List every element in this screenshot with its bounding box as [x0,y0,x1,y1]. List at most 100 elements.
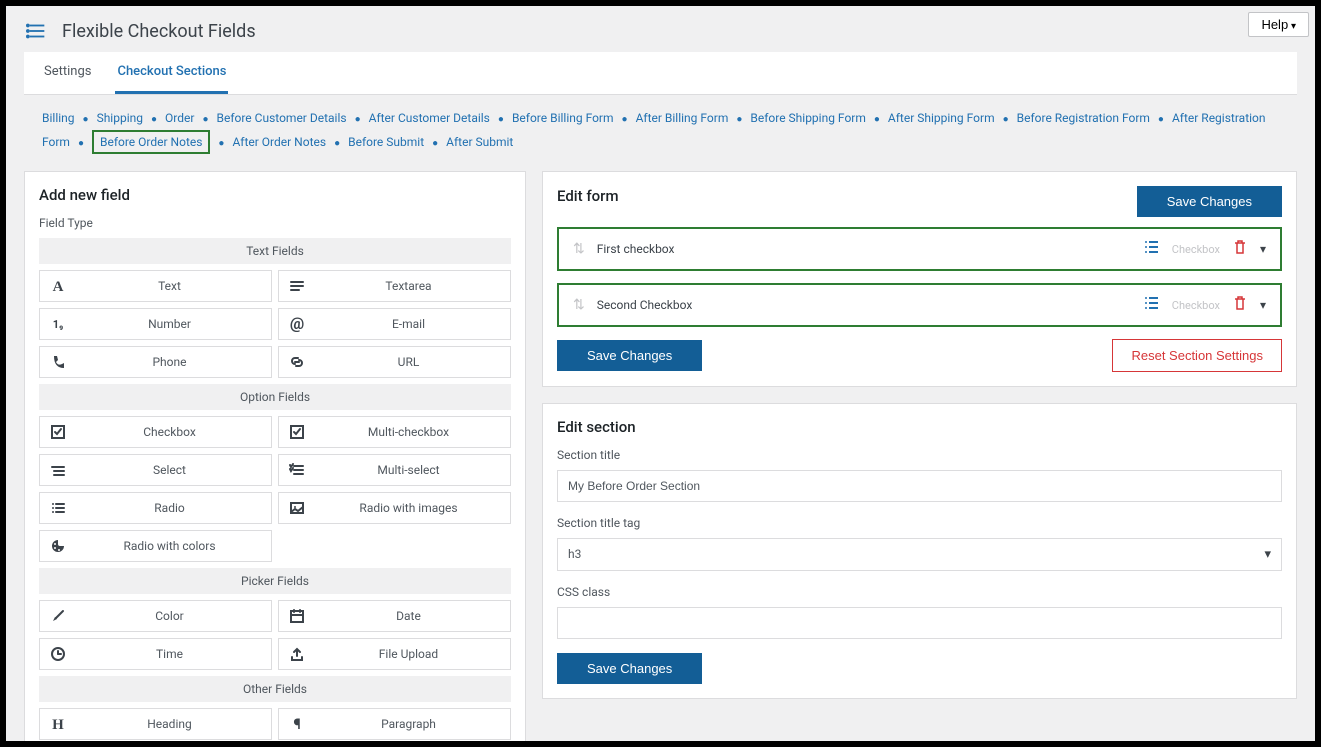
field-type-label: E-mail [392,317,425,331]
section-link-after-submit[interactable]: After Submit [446,135,513,149]
section-tag-select[interactable]: h3 [557,538,1254,571]
section-link-after-billing-form[interactable]: After Billing Form [636,111,729,125]
field-type-radiocolor[interactable]: Radio with colors [39,530,272,562]
form-field-row[interactable]: ⇅ Second Checkbox Checkbox ▾ [557,283,1282,327]
svg-text:¶: ¶ [293,716,300,732]
url-icon [289,354,305,370]
category-header: Option Fields [39,384,511,410]
field-type-email[interactable]: @ E-mail [278,308,511,340]
expand-field-icon[interactable]: ▾ [1260,242,1266,256]
section-title-input[interactable] [557,470,1282,502]
section-link-before-billing-form[interactable]: Before Billing Form [512,111,614,125]
field-type-multiselect[interactable]: Multi-select [278,454,511,486]
field-type-textarea[interactable]: Textarea [278,270,511,302]
field-type-label: Select [153,463,186,477]
tab-checkout-sections[interactable]: Checkout Sections [115,52,228,94]
field-type-radioimg[interactable]: Radio with images [278,492,511,524]
section-link-before-shipping-form[interactable]: Before Shipping Form [750,111,865,125]
section-link-billing[interactable]: Billing [42,111,75,125]
field-type-label: Textarea [385,279,431,293]
edit-form-title: Edit form [557,187,619,205]
field-type-label: Multi-checkbox [368,425,449,439]
paragraph-icon: ¶ [289,716,305,732]
nav-separator: ● [874,114,880,125]
section-link-after-customer-details[interactable]: After Customer Details [369,111,490,125]
radio-icon [50,500,66,516]
svg-text:@: @ [290,316,304,332]
save-section-button[interactable]: Save Changes [557,653,702,684]
section-link-after-order-notes[interactable]: After Order Notes [232,135,326,149]
tab-settings[interactable]: Settings [42,52,93,94]
field-type-label: Paragraph [381,717,436,731]
edit-section-panel: Edit section Section title Section title… [542,403,1297,699]
nav-separator: ● [1003,114,1009,125]
nav-separator: ● [622,114,628,125]
field-type-label: File Upload [379,647,438,661]
field-type-label: Phone [152,355,186,369]
section-link-before-order-notes[interactable]: Before Order Notes [92,130,210,154]
field-type-time[interactable]: Time [39,638,272,670]
time-icon [50,646,66,662]
edit-form-panel: Edit form Save Changes ⇅First checkboxCh… [542,171,1297,387]
svg-text:A: A [53,279,64,294]
field-type-label: Checkbox [143,425,196,439]
section-link-before-submit[interactable]: Before Submit [348,135,424,149]
svg-text:1₉: 1₉ [53,318,63,331]
field-type-label: Number [148,317,191,331]
field-type-checkbox[interactable]: Checkbox [39,416,272,448]
delete-field-icon[interactable] [1232,295,1248,315]
section-nav: Billing ● Shipping ● Order ● Before Customer D… [6,95,1315,163]
section-link-order[interactable]: Order [165,111,194,125]
nav-separator: ● [736,114,742,125]
save-changes-button[interactable]: Save Changes [557,340,702,371]
tabs-nav: Settings Checkout Sections [24,52,1297,95]
expand-field-icon[interactable]: ▾ [1260,298,1266,312]
nav-separator: ● [355,114,361,125]
field-type-label: URL [398,355,420,369]
field-name-label: Second Checkbox [597,298,1132,312]
field-type-text: Checkbox [1172,299,1220,312]
nav-separator: ● [1158,114,1164,125]
section-tag-chevron-icon[interactable]: ▾ [1254,538,1282,571]
field-type-number[interactable]: 1₉ Number [39,308,272,340]
nav-separator: ● [218,138,224,149]
field-type-paragraph[interactable]: ¶ Paragraph [278,708,511,740]
field-type-color[interactable]: Color [39,600,272,632]
form-field-row[interactable]: ⇅First checkboxCheckbox▾ [557,227,1282,271]
field-type-label: Heading [147,717,192,731]
field-type-file[interactable]: File Upload [278,638,511,670]
field-type-heading[interactable]: H Heading [39,708,272,740]
multicheckbox-icon [289,424,305,440]
reset-section-button[interactable]: Reset Section Settings [1112,339,1282,372]
nav-separator: ● [78,138,84,149]
field-type-label: Multi-select [377,463,439,477]
drag-handle-icon[interactable]: ⇅ [573,241,585,257]
page-title: Flexible Checkout Fields [62,21,256,42]
field-type-url[interactable]: URL [278,346,511,378]
field-type-label: Date [396,609,421,623]
category-header: Picker Fields [39,568,511,594]
app-logo-icon [26,20,48,42]
svg-text:H: H [52,717,64,732]
radiocolor-icon [50,538,66,554]
checkbox-icon [50,424,66,440]
delete-field-icon[interactable] [1232,239,1248,259]
section-link-after-shipping-form[interactable]: After Shipping Form [888,111,995,125]
field-type-multicheckbox[interactable]: Multi-checkbox [278,416,511,448]
help-button[interactable]: Help [1248,12,1309,37]
nav-separator: ● [334,138,340,149]
drag-handle-icon[interactable]: ⇅ [573,297,585,313]
section-link-before-registration-form[interactable]: Before Registration Form [1017,111,1150,125]
section-link-before-customer-details[interactable]: Before Customer Details [217,111,347,125]
field-type-select[interactable]: Select [39,454,272,486]
section-link-shipping[interactable]: Shipping [97,111,143,125]
field-type-radio[interactable]: Radio [39,492,272,524]
category-header: Other Fields [39,676,511,702]
field-type-text[interactable]: AText [39,270,272,302]
css-class-input[interactable] [557,607,1282,639]
save-changes-top-button[interactable]: Save Changes [1137,186,1282,217]
nav-separator: ● [83,114,89,125]
field-type-date[interactable]: Date [278,600,511,632]
add-field-panel: Add new field Field Type Text FieldsATex… [24,171,526,741]
field-type-phone[interactable]: Phone [39,346,272,378]
